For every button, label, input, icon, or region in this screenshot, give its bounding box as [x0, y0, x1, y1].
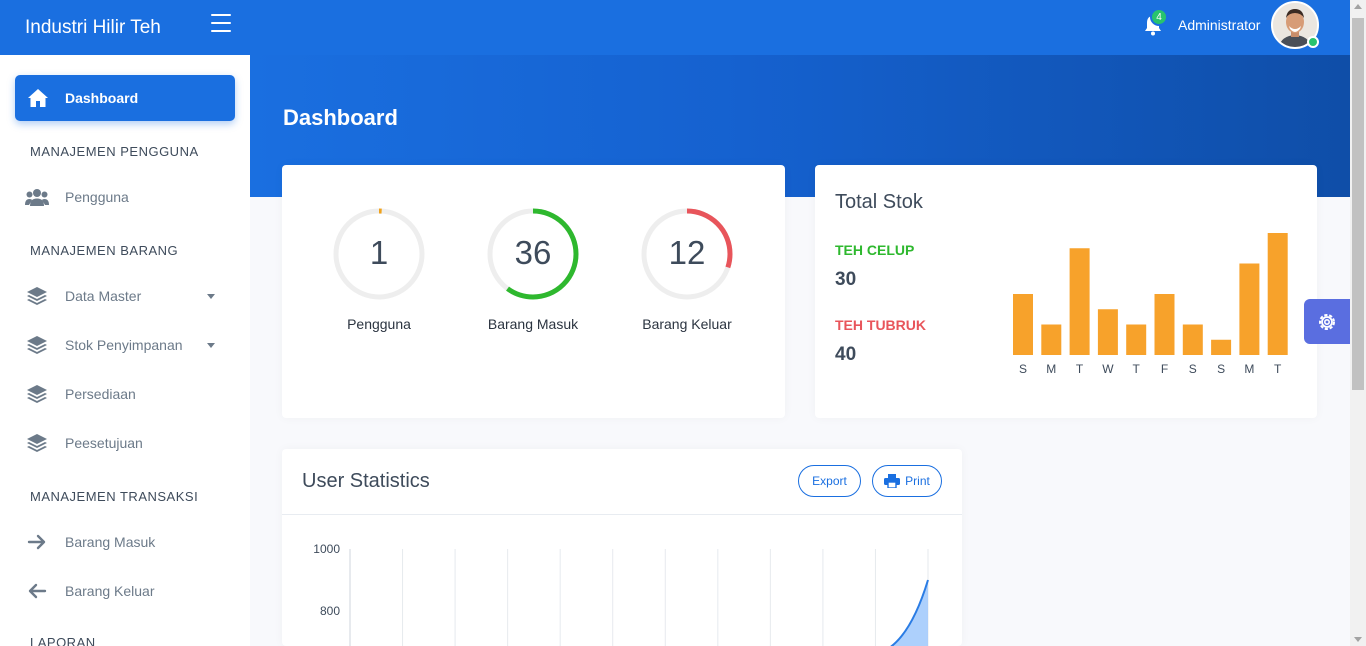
gear-icon: [1316, 311, 1338, 333]
bar-tick-label: W: [1102, 362, 1114, 376]
stat-label: Barang Masuk: [487, 316, 579, 332]
sidebar-item-label: Persediaan: [65, 386, 136, 402]
bar-tick-label: F: [1161, 362, 1168, 376]
stat-value: 36: [514, 234, 552, 271]
chevron-down-icon: [207, 294, 215, 299]
bar: [1211, 339, 1232, 355]
bar-tick-label: T: [1133, 362, 1141, 376]
hamburger-menu-icon[interactable]: [211, 14, 231, 32]
sidebar-item-label: Pengguna: [65, 189, 129, 205]
print-label: Print: [905, 474, 930, 488]
stok-value: 30: [835, 269, 857, 290]
sidebar-item-barang-keluar[interactable]: Barang Keluar: [25, 576, 225, 606]
scroll-up-arrow-icon[interactable]: [1354, 4, 1362, 9]
bar: [1097, 309, 1118, 355]
sidebar-item-data-master[interactable]: Data Master: [25, 281, 225, 311]
sidebar-item-label: Dashboard: [65, 90, 139, 106]
bar-tick-label: S: [1019, 362, 1027, 376]
sidebar-item-label: Stok Penyimpanan: [65, 337, 183, 353]
bar-tick-label: T: [1076, 362, 1084, 376]
scroll-down-arrow-icon[interactable]: [1354, 637, 1362, 642]
scrollbar-thumb[interactable]: [1352, 18, 1364, 390]
sidebar-section-title: LAPORAN: [30, 635, 96, 646]
page-title: Dashboard: [283, 105, 398, 130]
bar-tick-label: M: [1046, 362, 1056, 376]
stok-label: TEH CELUP: [835, 242, 915, 258]
online-status-dot: [1307, 36, 1319, 48]
y-tick-label: 800: [320, 604, 340, 618]
bar: [1154, 294, 1175, 355]
sidebar-section-title: MANAJEMEN TRANSAKSI: [30, 489, 199, 504]
bar: [1182, 324, 1203, 355]
stat-label: Pengguna: [347, 316, 411, 332]
sidebar-item-barang-masuk[interactable]: Barang Masuk: [25, 527, 225, 557]
settings-toggle[interactable]: [1304, 299, 1350, 344]
bar-tick-label: M: [1244, 362, 1254, 376]
bar: [1013, 294, 1033, 355]
home-icon: [27, 88, 49, 108]
user-name[interactable]: Administrator: [1178, 17, 1260, 33]
chevron-down-icon: [207, 343, 215, 348]
sidebar-item-label: Data Master: [65, 288, 142, 304]
bar-tick-label: S: [1217, 362, 1225, 376]
stok-bar-chart: SMTWTFSSMT: [1013, 233, 1288, 376]
bar: [1126, 324, 1147, 355]
stat-label: Barang Keluar: [642, 316, 732, 332]
notification-badge: 4: [1150, 8, 1168, 26]
arrow-right-icon: [25, 532, 49, 552]
sidebar-section-title: MANAJEMEN PENGGUNA: [30, 144, 199, 159]
print-button[interactable]: Print: [872, 465, 942, 497]
bar: [1267, 233, 1288, 355]
stok-value: 40: [835, 344, 857, 365]
bar: [1239, 263, 1260, 355]
sidebar-item-persediaan[interactable]: Persediaan: [25, 379, 225, 409]
export-button[interactable]: Export: [798, 465, 861, 497]
card-divider: [282, 514, 962, 515]
sidebar-section-title: MANAJEMEN BARANG: [30, 243, 179, 258]
printer-icon: [884, 474, 901, 488]
bar-tick-label: S: [1189, 362, 1197, 376]
card-title: Total Stok: [835, 191, 923, 213]
user-statistics-chart: 1000 800: [313, 542, 929, 646]
sidebar-item-pengguna[interactable]: Pengguna: [25, 182, 225, 212]
bar: [1069, 248, 1090, 355]
stok-label: TEH TUBRUK: [835, 317, 926, 333]
sidebar-item-dashboard[interactable]: Dashboard: [15, 75, 235, 121]
sidebar-item-peesetujuan[interactable]: Peesetujuan: [25, 428, 225, 458]
layers-icon: [25, 433, 49, 453]
stat-value: 12: [668, 234, 706, 271]
card-title: User Statistics: [302, 470, 430, 492]
users-icon: [25, 187, 49, 207]
bar: [1041, 324, 1062, 355]
stat-value: 1: [369, 234, 389, 271]
sidebar-item-label: Peesetujuan: [65, 435, 143, 451]
layers-icon: [25, 286, 49, 306]
sidebar-item-label: Barang Masuk: [65, 534, 156, 550]
arrow-left-icon: [25, 581, 49, 601]
y-tick-label: 1000: [313, 542, 340, 556]
sidebar-item-stok-penyimpanan[interactable]: Stok Penyimpanan: [25, 330, 225, 360]
sidebar-item-label: Barang Keluar: [65, 583, 155, 599]
layers-icon: [25, 335, 49, 355]
area-fill: [891, 580, 928, 646]
bar-tick-label: T: [1274, 362, 1282, 376]
layers-icon: [25, 384, 49, 404]
